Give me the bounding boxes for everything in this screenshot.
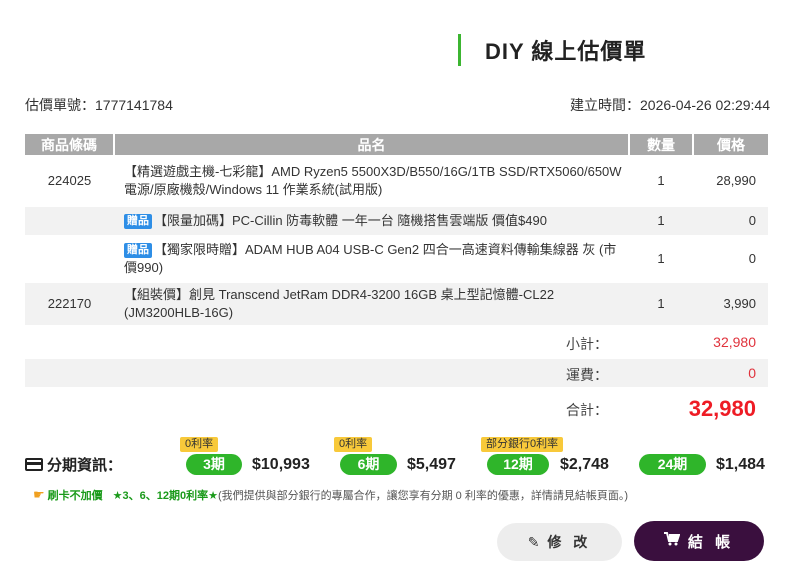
row-name: 【組裝價】創見 Transcend JetRam DDR4-3200 16GB …: [114, 283, 629, 325]
zero-rate-tag: 0利率: [180, 437, 219, 452]
table-row: 贈品 【獨家限時贈】ADAM HUB A04 USB-C Gen2 四合一高速資料…: [25, 235, 768, 283]
created-time: 建立時間：2026-04-26 02:29:44: [570, 95, 770, 115]
row-qty: 1: [629, 207, 693, 235]
table-row: 贈品 【限量加碼】PC-Cillin 防毒軟體 一年一台 隨機搭售雲端版 價值$4…: [25, 207, 768, 235]
row-name: 贈品 【獨家限時贈】ADAM HUB A04 USB-C Gen2 四合一高速資料…: [114, 235, 629, 283]
row-code: [25, 235, 114, 283]
row-qty: 1: [657, 251, 665, 266]
row-price: 0: [693, 207, 768, 235]
promo-strong: 刷卡不加價: [47, 490, 103, 502]
shipping-value: 0: [748, 365, 756, 381]
row-name: 【精選遊戲主機-七彩龍】AMD Ryzen5 5500X3D/B550/16G/…: [124, 164, 622, 197]
header-code: 商品條碼: [25, 134, 115, 155]
quote-number-value: 1777141784: [95, 97, 173, 113]
row-price: 0: [748, 251, 756, 266]
promo-line: ☛ 刷卡不加價 ★3、6、12期0利率★ (我們提供與部分銀行的專屬合作，讓您享…: [33, 487, 628, 503]
monthly-amount: $5,497: [407, 456, 456, 473]
header-price: 價格: [693, 134, 768, 155]
monthly-amount: $10,993: [252, 456, 310, 473]
term-pill: 12期: [487, 454, 549, 475]
row-name-text: 【限量加碼】PC-Cillin 防毒軟體 一年一台 隨機搭售雲端版 價值$490: [154, 213, 547, 228]
title-accent-bar: [458, 34, 461, 66]
term-pill: 6期: [340, 454, 397, 475]
checkout-button-label: 結 帳: [687, 533, 735, 551]
installment-info: 分期資訊：: [25, 454, 122, 475]
row-price: 3,990: [693, 283, 768, 325]
term-pill: 3期: [186, 454, 242, 475]
zero-rate-tag: 0利率: [334, 437, 373, 452]
cart-icon: [663, 532, 681, 550]
hand-point-icon: ☛: [33, 487, 45, 502]
row-qty: 1: [629, 283, 693, 325]
edit-button[interactable]: ✎ 修 改: [497, 523, 622, 561]
row-price: 28,990: [716, 173, 756, 188]
credit-card-icon: [25, 458, 43, 471]
subtotal-value: 32,980: [713, 334, 756, 350]
quote-number: 估價單號：1777141784: [25, 95, 173, 115]
total-row: 合計： 32,980: [25, 396, 768, 426]
promo-zero-rate: ★3、6、12期0利率★: [112, 490, 218, 502]
row-qty: 1: [657, 173, 665, 188]
table-row: 224025 【精選遊戲主機-七彩龍】AMD Ryzen5 5500X3D/B5…: [25, 155, 768, 207]
monthly-amount: $2,748: [560, 456, 609, 473]
gift-badge: 贈品: [124, 214, 152, 229]
table-header-row: 商品條碼 品名 數量 價格: [25, 134, 768, 155]
quote-number-label: 估價單號：: [25, 97, 95, 113]
subtotal-row: 小計： 32,980: [25, 328, 768, 356]
page-header: DIY 線上估價單: [458, 34, 646, 66]
monthly-amount: $1,484: [716, 456, 765, 473]
shipping-row: 運費： 0: [25, 359, 768, 387]
header-qty: 數量: [629, 134, 694, 155]
total-value: 32,980: [688, 396, 756, 421]
table-row: 222170 【組裝價】創見 Transcend JetRam DDR4-320…: [25, 283, 768, 325]
partial-bank-zero-rate-tag: 部分銀行0利率: [481, 437, 564, 452]
row-code: 224025: [47, 173, 92, 188]
created-time-label: 建立時間：: [570, 97, 640, 113]
row-code: 222170: [25, 283, 114, 325]
quote-items-table: 商品條碼 品名 數量 價格 224025 【精選遊戲主機-七彩龍】AMD Ryz…: [25, 134, 768, 325]
pencil-icon: ✎: [527, 533, 540, 550]
page-title: DIY 線上估價單: [485, 39, 647, 64]
shipping-label: 運費：: [566, 367, 608, 383]
row-name-text: 【獨家限時贈】ADAM HUB A04 USB-C Gen2 四合一高速資料傳輸…: [124, 242, 617, 275]
term-pill: 24期: [639, 454, 706, 475]
gift-badge: 贈品: [124, 243, 152, 258]
checkout-button[interactable]: 結 帳: [634, 521, 764, 561]
edit-button-label: 修 改: [547, 534, 592, 550]
total-label: 合計：: [566, 402, 608, 418]
installment-label: 分期資訊：: [47, 457, 123, 474]
row-code: [25, 207, 114, 235]
row-name: 贈品 【限量加碼】PC-Cillin 防毒軟體 一年一台 隨機搭售雲端版 價值$4…: [114, 207, 629, 235]
created-time-value: 2026-04-26 02:29:44: [640, 97, 770, 113]
header-name: 品名: [114, 134, 630, 155]
subtotal-label: 小計：: [566, 336, 608, 352]
promo-note: (我們提供與部分銀行的專屬合作，讓您享有分期 0 利率的優惠，詳情請見結帳頁面。…: [217, 490, 629, 502]
